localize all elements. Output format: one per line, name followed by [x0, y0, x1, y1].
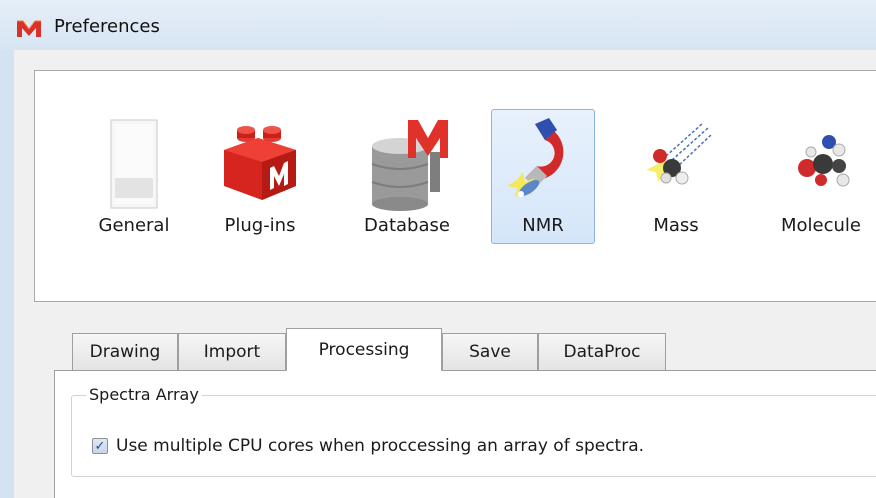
client-area: General Plug-ins Database NMR Mass Molec… [14, 50, 876, 498]
document-page-icon [110, 119, 158, 209]
database-cylinder-icon [371, 120, 448, 211]
spectra-array-group: Spectra Array ✓ Use multiple CPU cores w… [71, 385, 876, 477]
magnet-icon [507, 118, 564, 198]
category-mass[interactable]: Mass [623, 109, 729, 244]
category-plugins[interactable]: Plug-ins [207, 109, 313, 244]
multicore-option: ✓ Use multiple CPU cores when proccessin… [92, 436, 644, 456]
window-title: Preferences [54, 16, 160, 37]
category-label: Molecule [781, 215, 861, 236]
molecule-balls-icon [798, 135, 850, 187]
title-bar: Preferences [0, 0, 876, 50]
tab-save[interactable]: Save [442, 333, 538, 370]
category-label: NMR [522, 215, 564, 236]
mestrenova-m-icon [17, 20, 41, 37]
processing-page: Spectra Array ✓ Use multiple CPU cores w… [54, 370, 876, 498]
tab-dataproc[interactable]: DataProc [538, 333, 666, 370]
category-label: Mass [653, 215, 699, 236]
category-nmr[interactable]: NMR [491, 109, 595, 244]
red-lego-brick-icon [224, 126, 296, 200]
tab-drawing[interactable]: Drawing [72, 333, 178, 370]
checkmark-icon: ✓ [94, 438, 106, 454]
category-panel: General Plug-ins Database NMR Mass Molec… [34, 70, 876, 302]
category-molecule[interactable]: Molecule [757, 109, 876, 244]
category-general[interactable]: General [79, 109, 189, 244]
category-label: Plug-ins [224, 215, 296, 236]
category-database[interactable]: Database [347, 109, 467, 244]
tab-processing[interactable]: Processing [286, 328, 442, 371]
preferences-window: Preferences General Plug-ins Database NM… [0, 0, 876, 498]
category-label: General [98, 215, 170, 236]
tab-widget: Drawing Import Processing Save DataProc … [54, 328, 876, 498]
molecule-beam-icon [646, 123, 713, 185]
tab-import[interactable]: Import [178, 333, 286, 370]
multicore-checkbox[interactable]: ✓ [92, 438, 108, 454]
multicore-checkbox-label[interactable]: Use multiple CPU cores when proccessing … [116, 436, 644, 456]
group-title: Spectra Array [86, 385, 202, 404]
category-label: Database [364, 215, 450, 236]
